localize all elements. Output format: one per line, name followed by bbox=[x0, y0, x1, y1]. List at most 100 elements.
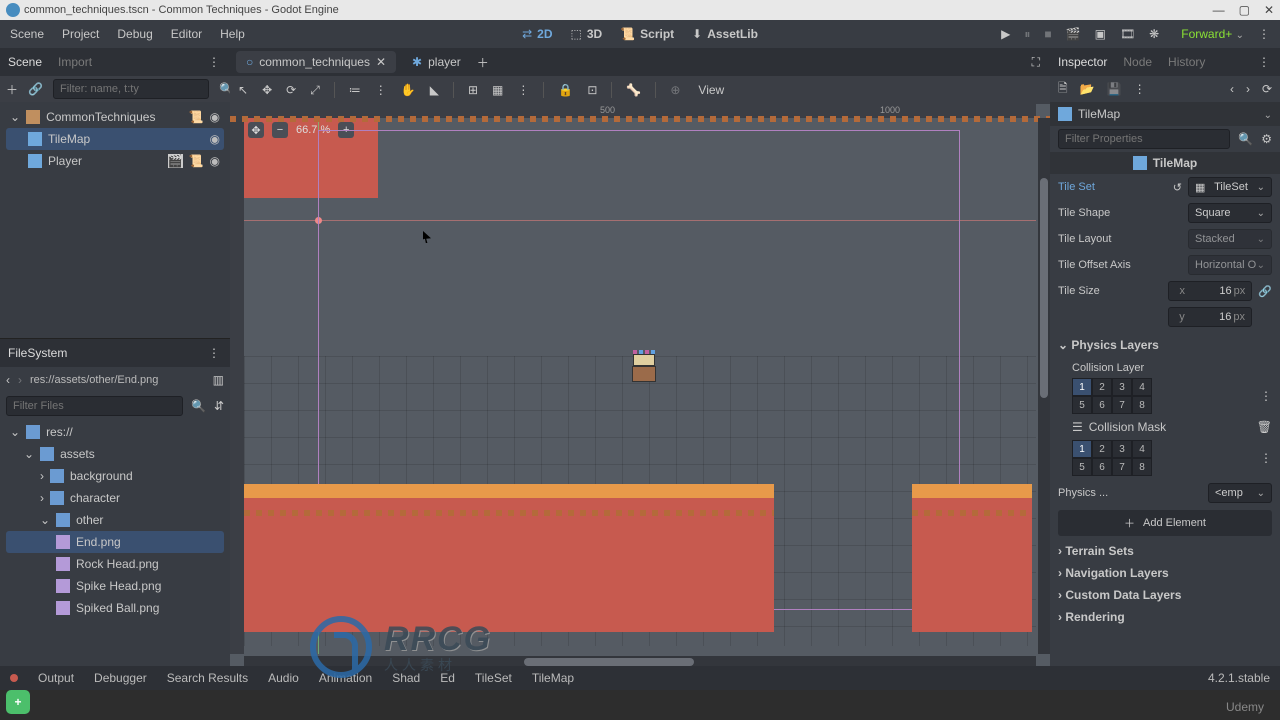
search-icon[interactable]: 🔍 bbox=[191, 399, 206, 413]
pause-icon[interactable]: ⏸ bbox=[1024, 27, 1030, 42]
mode-script[interactable]: 📜 Script bbox=[620, 27, 674, 41]
tab-history[interactable]: History bbox=[1168, 55, 1205, 69]
play-icon[interactable]: ▶ bbox=[1001, 27, 1010, 41]
fs-end[interactable]: End.png bbox=[6, 531, 224, 553]
layer-2[interactable]: 2 bbox=[1092, 378, 1112, 396]
close-icon[interactable]: ✕ bbox=[1264, 3, 1274, 17]
mask-2[interactable]: 2 bbox=[1092, 440, 1112, 458]
player-sprite[interactable] bbox=[630, 350, 658, 384]
node-root[interactable]: ⌄ CommonTechniques 📜◉ bbox=[6, 106, 224, 128]
snap-grid-icon[interactable]: ▦ bbox=[492, 83, 503, 97]
run-specific-icon[interactable]: ▣ bbox=[1095, 27, 1106, 41]
add-tab-icon[interactable]: ＋ bbox=[477, 54, 489, 71]
pan-tool-icon[interactable]: ✋ bbox=[401, 83, 416, 97]
rotate-tool-icon[interactable]: ⟳ bbox=[286, 83, 296, 97]
clapper-icon[interactable]: 🎬 bbox=[168, 154, 183, 168]
kebab-icon[interactable]: ⋮ bbox=[1134, 82, 1146, 96]
menu-editor[interactable]: Editor bbox=[171, 27, 202, 41]
tab-inspector[interactable]: Inspector bbox=[1058, 55, 1107, 69]
collision-mask-grid[interactable]: 1 2 3 4 5 6 7 8 ⋮ bbox=[1050, 438, 1280, 480]
scale-tool-icon[interactable]: ⤢ bbox=[310, 83, 320, 98]
bottom-animation[interactable]: Animation bbox=[319, 671, 372, 685]
visibility-icon[interactable]: ◉ bbox=[210, 154, 220, 168]
add-element-button[interactable]: ＋Add Element bbox=[1058, 510, 1272, 536]
snap-pixel-icon[interactable]: ⊞ bbox=[468, 83, 478, 97]
tab-player[interactable]: ✱ player bbox=[402, 51, 471, 73]
mask-7[interactable]: 7 bbox=[1112, 458, 1132, 476]
tab-scene[interactable]: Scene bbox=[8, 55, 42, 69]
menu-project[interactable]: Project bbox=[62, 27, 99, 41]
bottom-shader[interactable]: Shad bbox=[392, 671, 420, 685]
close-tab-icon[interactable]: ✕ bbox=[376, 55, 386, 69]
bottom-editor[interactable]: Ed bbox=[440, 671, 455, 685]
prop-tileshape[interactable]: Tile Shape Square bbox=[1050, 200, 1280, 226]
fs-split-icon[interactable]: ▥ bbox=[213, 373, 224, 387]
mask-menu-icon[interactable]: ⋮ bbox=[1260, 451, 1272, 465]
run-scene-icon[interactable]: 🎬 bbox=[1066, 27, 1081, 41]
version-label[interactable]: 4.2.1.stable bbox=[1208, 671, 1270, 685]
center-icon[interactable]: ✥ bbox=[248, 122, 264, 138]
prop-tilesize-y[interactable]: y16px bbox=[1050, 304, 1280, 330]
history-back-icon[interactable]: ‹ bbox=[1230, 82, 1234, 96]
select-tool-icon[interactable]: ↖ bbox=[238, 83, 248, 97]
bottom-tileset[interactable]: TileSet bbox=[475, 671, 512, 685]
prop-tilesize-x[interactable]: Tile Size x16px 🔗 bbox=[1050, 278, 1280, 304]
distraction-free-icon[interactable]: ⛶ bbox=[1032, 55, 1044, 70]
section-navigation[interactable]: › Navigation Layers bbox=[1050, 562, 1280, 584]
maximize-icon[interactable]: ▢ bbox=[1239, 3, 1250, 17]
layer-3[interactable]: 3 bbox=[1112, 378, 1132, 396]
bottom-audio[interactable]: Audio bbox=[268, 671, 299, 685]
anchor-icon[interactable]: ⊕ bbox=[670, 83, 680, 97]
mask-1[interactable]: 1 bbox=[1072, 440, 1092, 458]
snap-menu-icon[interactable]: ⋮ bbox=[517, 83, 529, 97]
tool-icon[interactable]: ⚙ bbox=[1261, 132, 1272, 146]
nav-fwd-icon[interactable]: › bbox=[18, 373, 22, 387]
link-icon[interactable]: 🔗 bbox=[28, 82, 43, 96]
zoom-out-icon[interactable]: − bbox=[272, 122, 288, 138]
fs-path[interactable]: res://assets/other/End.png bbox=[30, 374, 205, 386]
mask-8[interactable]: 8 bbox=[1132, 458, 1152, 476]
tab-import[interactable]: Import bbox=[58, 55, 92, 69]
link-icon[interactable]: 🔗 bbox=[1258, 285, 1272, 298]
visibility-icon[interactable]: ◉ bbox=[210, 132, 220, 146]
fs-other[interactable]: ⌄other bbox=[6, 509, 224, 531]
mask-5[interactable]: 5 bbox=[1072, 458, 1092, 476]
scene-panel-menu-icon[interactable]: ⋮ bbox=[208, 55, 230, 69]
mode-assetlib[interactable]: ⬇ AssetLib bbox=[692, 27, 758, 41]
scrollbar-vertical[interactable] bbox=[1038, 118, 1050, 654]
minimize-icon[interactable]: — bbox=[1213, 3, 1225, 17]
fs-res[interactable]: ⌄res:// bbox=[6, 421, 224, 443]
renderer-dropdown[interactable]: Forward+ bbox=[1181, 27, 1244, 41]
menu-scene[interactable]: Scene bbox=[10, 27, 44, 41]
menu-help[interactable]: Help bbox=[220, 27, 245, 41]
view-menu[interactable]: View bbox=[698, 83, 724, 97]
load-resource-icon[interactable]: 📂 bbox=[1080, 82, 1095, 96]
section-physics-layers[interactable]: ⌄ Physics Layers bbox=[1058, 334, 1272, 356]
mode-2d[interactable]: ⇄ 2D bbox=[522, 27, 552, 41]
menu-debug[interactable]: Debug bbox=[117, 27, 152, 41]
visibility-icon[interactable]: ◉ bbox=[210, 110, 220, 124]
reset-icon[interactable]: ↺ bbox=[1173, 181, 1182, 194]
fs-sort-icon[interactable]: ⇵ bbox=[214, 399, 224, 413]
stop-icon[interactable]: ■ bbox=[1044, 27, 1051, 41]
prop-physics-material[interactable]: Physics ... <emp bbox=[1050, 480, 1280, 506]
fs-filter-input[interactable] bbox=[6, 396, 183, 416]
section-terrain[interactable]: › Terrain Sets bbox=[1050, 540, 1280, 562]
tab-common-techniques[interactable]: ○ common_techniques ✕ bbox=[236, 51, 396, 73]
prop-tileset[interactable]: Tile Set ↺ ▦ TileSet bbox=[1050, 174, 1280, 200]
refresh-icon[interactable]: ⟳ bbox=[1262, 82, 1272, 96]
mask-3[interactable]: 3 bbox=[1112, 440, 1132, 458]
viewport[interactable]: 500 1000 ✥ − 66.7 % + bbox=[230, 104, 1050, 668]
section-rendering[interactable]: › Rendering bbox=[1050, 606, 1280, 628]
inspector-filter-input[interactable] bbox=[1058, 129, 1230, 149]
new-resource-icon[interactable]: 🗎 bbox=[1058, 79, 1068, 100]
section-customdata[interactable]: › Custom Data Layers bbox=[1050, 584, 1280, 606]
nav-back-icon[interactable]: ‹ bbox=[6, 373, 10, 387]
reorder-icon[interactable]: ☰ bbox=[1072, 420, 1083, 434]
tab-node[interactable]: Node bbox=[1123, 55, 1152, 69]
layer-6[interactable]: 6 bbox=[1092, 396, 1112, 414]
mask-4[interactable]: 4 bbox=[1132, 440, 1152, 458]
fs-assets[interactable]: ⌄assets bbox=[6, 443, 224, 465]
tab-filesystem[interactable]: FileSystem bbox=[8, 346, 67, 360]
layer-menu-icon[interactable]: ⋮ bbox=[1260, 389, 1272, 403]
